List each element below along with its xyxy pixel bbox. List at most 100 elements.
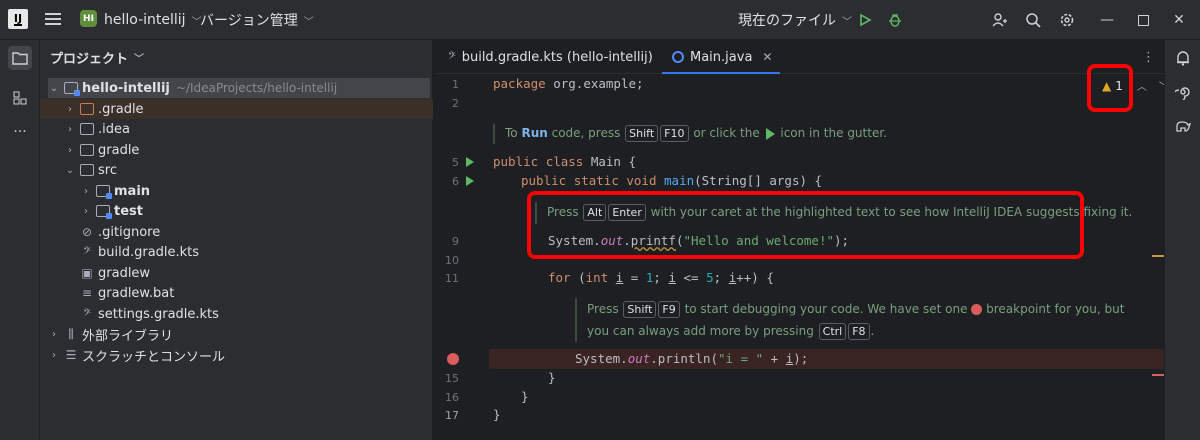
code-token: public bbox=[493, 154, 539, 169]
keycap: F10 bbox=[660, 125, 689, 142]
tree-item-label: .gitignore bbox=[98, 224, 161, 240]
bug-icon bbox=[889, 14, 901, 27]
gradle-file-icon: 𝄢 bbox=[83, 244, 91, 259]
code-token: void bbox=[626, 173, 657, 188]
tree-item-scratches[interactable]: › ☰ スクラッチとコンソール bbox=[40, 345, 433, 365]
code-token: class bbox=[545, 154, 584, 169]
close-icon[interactable]: ✕ bbox=[762, 50, 772, 64]
project-panel-header[interactable]: プロジェクト ﹀ bbox=[50, 48, 144, 67]
hint-text: to start debugging your code. We have se… bbox=[680, 302, 972, 316]
maximize-button[interactable] bbox=[1132, 9, 1154, 31]
chevron-right-icon[interactable]: › bbox=[80, 206, 92, 217]
structure-tool-button[interactable] bbox=[8, 86, 32, 110]
run-gutter-icon[interactable] bbox=[466, 157, 474, 167]
tree-item-label: .gradle bbox=[98, 101, 144, 117]
line-number: 11 bbox=[445, 272, 459, 285]
more-tools-button[interactable]: ··· bbox=[8, 120, 32, 144]
run-button[interactable] bbox=[854, 9, 876, 31]
code-token: i bbox=[668, 270, 676, 285]
tree-item-label: gradle bbox=[98, 142, 140, 158]
hint-text: Run bbox=[521, 126, 548, 140]
gradle-tool-button[interactable] bbox=[1171, 114, 1195, 138]
search-button[interactable] bbox=[1022, 9, 1044, 31]
tree-item-settings-gradle[interactable]: 𝄢 settings.gradle.kts bbox=[40, 304, 433, 324]
tree-item-gitignore[interactable]: ⊘ .gitignore bbox=[40, 222, 433, 242]
breakpoint-icon bbox=[971, 304, 983, 315]
bell-icon bbox=[1177, 51, 1189, 66]
editor-gutter[interactable]: 1 2 5 6 9 10 11 15 16 17 bbox=[434, 74, 489, 440]
tree-item-external-libraries[interactable]: › ⫼ 外部ライブラリ bbox=[40, 324, 433, 344]
tree-item-test[interactable]: › test bbox=[40, 201, 433, 221]
chevron-right-icon[interactable]: › bbox=[48, 329, 60, 340]
close-button[interactable]: ✕ bbox=[1168, 9, 1190, 31]
chevron-down-icon[interactable]: ⌄ bbox=[48, 83, 60, 94]
chevron-right-icon[interactable]: › bbox=[80, 186, 92, 197]
tree-item-main[interactable]: › main bbox=[40, 181, 433, 201]
chevron-right-icon[interactable]: › bbox=[64, 104, 76, 115]
code-token: } bbox=[548, 370, 556, 385]
ai-assistant-button[interactable] bbox=[1171, 80, 1195, 104]
tab-options-button[interactable]: ⋮ bbox=[1142, 40, 1155, 74]
keycap: Ctrl bbox=[818, 323, 847, 340]
project-widget[interactable]: hello-intellij ﹀ bbox=[104, 10, 202, 30]
minimize-button[interactable]: — bbox=[1096, 9, 1118, 31]
hint-line: you can always add more by pressing Ctrl… bbox=[587, 320, 1124, 342]
tree-item-idea[interactable]: › .idea bbox=[40, 119, 433, 139]
project-name: hello-intellij bbox=[104, 12, 186, 28]
run-config-selector[interactable]: 現在のファイル ﹀ bbox=[738, 10, 852, 30]
tree-item-src[interactable]: ⌄ src bbox=[40, 160, 433, 180]
breakpoint-icon[interactable] bbox=[447, 353, 459, 365]
tab-main-java[interactable]: Main.java ✕ bbox=[662, 40, 781, 74]
tree-item-gradle-cache[interactable]: › .gradle bbox=[40, 99, 433, 119]
hint-text: you can always add more by pressing bbox=[587, 324, 818, 338]
chevron-right-icon[interactable]: › bbox=[48, 350, 60, 361]
inline-hint-run: To Run code, press Shift F10 or click the… bbox=[493, 124, 887, 144]
keycap: Shift bbox=[623, 301, 657, 318]
chevron-right-icon[interactable]: › bbox=[64, 145, 76, 156]
keycap: Shift bbox=[625, 125, 659, 142]
chevron-down-icon[interactable]: ⌄ bbox=[64, 165, 76, 176]
code-token: org.example; bbox=[545, 76, 644, 91]
gear-icon bbox=[1060, 13, 1074, 27]
ignore-file-icon: ⊘ bbox=[81, 225, 93, 239]
tree-item-build-gradle[interactable]: 𝄢 build.gradle.kts bbox=[40, 242, 433, 262]
run-icon bbox=[765, 127, 775, 140]
line-number: 15 bbox=[445, 372, 459, 385]
keycap: F9 bbox=[658, 301, 680, 318]
hint-text: code, press bbox=[547, 126, 625, 140]
tree-item-label: gradlew bbox=[98, 265, 151, 281]
settings-button[interactable] bbox=[1056, 9, 1078, 31]
run-gutter-icon[interactable] bbox=[466, 176, 474, 186]
chevron-up-icon[interactable]: ︿ bbox=[1137, 78, 1147, 93]
tree-item-label: .idea bbox=[98, 121, 130, 137]
left-tool-strip: ··· bbox=[0, 40, 40, 440]
hint-text: To bbox=[505, 126, 522, 140]
project-tool-button[interactable] bbox=[8, 46, 32, 70]
vcs-widget[interactable]: バージョン管理 ﹀ bbox=[200, 10, 314, 30]
debug-button[interactable] bbox=[884, 9, 906, 31]
code-token: <= bbox=[675, 270, 707, 285]
app-logo-icon[interactable]: IJ bbox=[8, 9, 28, 29]
tree-item-gradlew[interactable]: ▣ gradlew bbox=[40, 263, 433, 283]
tree-item-gradlew-bat[interactable]: ≡ gradlew.bat bbox=[40, 283, 433, 303]
spiral-icon bbox=[1175, 87, 1190, 100]
code-token: 5 bbox=[706, 270, 714, 285]
tab-build-gradle[interactable]: 𝄢 build.gradle.kts (hello-intellij) bbox=[448, 40, 653, 74]
notifications-button[interactable] bbox=[1171, 46, 1195, 70]
tree-item-label: スクラッチとコンソール bbox=[82, 349, 226, 365]
chevron-right-icon[interactable]: › bbox=[64, 124, 76, 135]
breakpoint-stripe-marker[interactable] bbox=[1152, 374, 1164, 376]
code-line-1: package org.example; bbox=[493, 74, 644, 94]
code-token: + bbox=[763, 351, 786, 366]
project-badge[interactable]: HI bbox=[80, 10, 97, 27]
code-with-me-button[interactable] bbox=[988, 9, 1010, 31]
gradle-file-icon: 𝄢 bbox=[448, 49, 456, 64]
main-menu-icon[interactable] bbox=[44, 10, 62, 28]
tree-item-gradle[interactable]: › gradle bbox=[40, 140, 433, 160]
run-icon bbox=[860, 13, 872, 27]
java-class-icon bbox=[672, 51, 684, 63]
folder-icon bbox=[80, 123, 94, 135]
folder-icon bbox=[80, 144, 94, 156]
warning-stripe-marker[interactable] bbox=[1152, 255, 1164, 257]
tree-item-root[interactable]: ⌄ hello-intellij ~/IdeaProjects/hello-in… bbox=[48, 78, 430, 98]
